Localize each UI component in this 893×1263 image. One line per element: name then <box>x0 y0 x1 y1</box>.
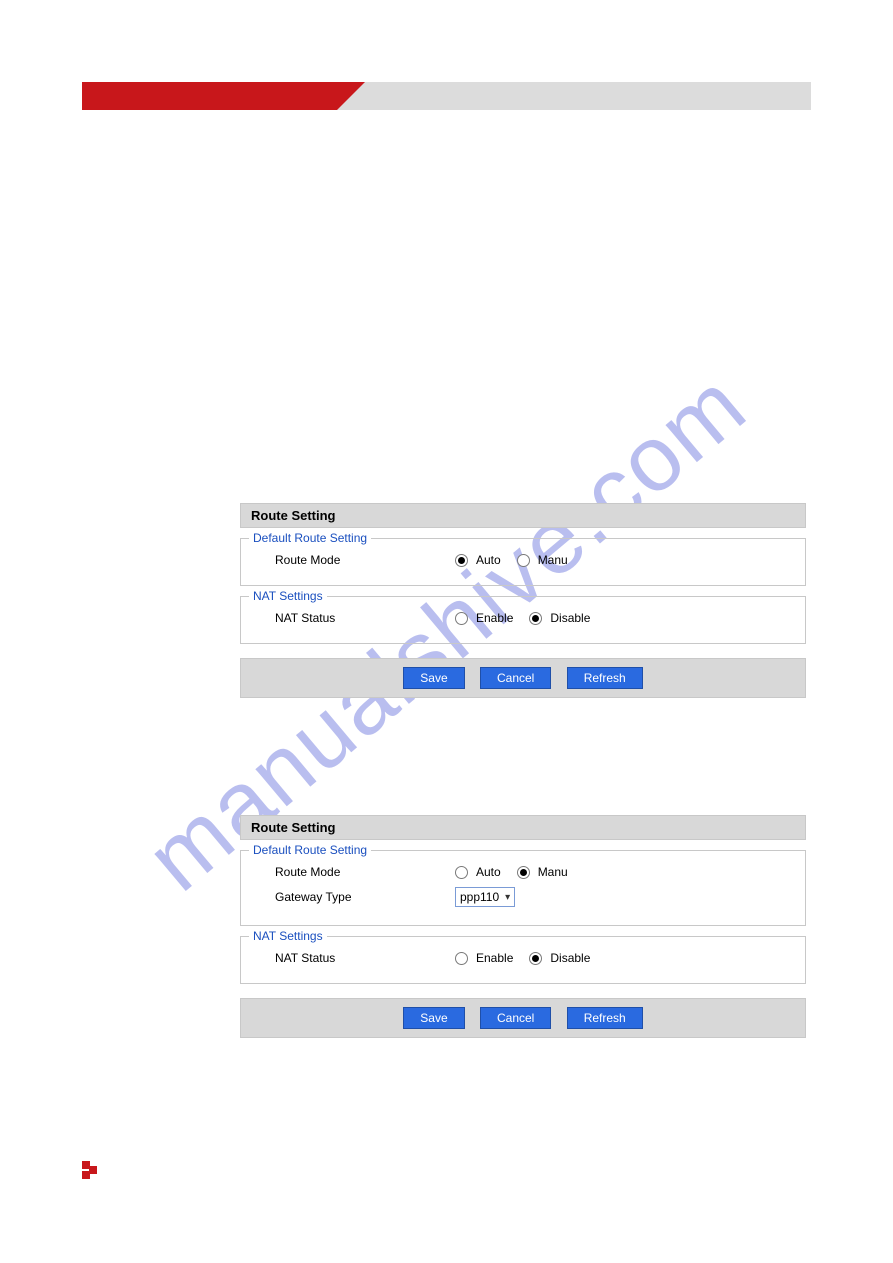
route-mode-manu-label: Manu <box>538 865 568 879</box>
gateway-type-value: ppp110 <box>460 890 499 904</box>
default-route-fieldset: Default Route Setting Route Mode Auto Ma… <box>240 850 806 926</box>
gateway-type-label: Gateway Type <box>275 890 455 904</box>
header-red-accent <box>82 82 337 110</box>
route-mode-auto-label: Auto <box>476 553 501 567</box>
save-button[interactable]: Save <box>403 667 464 689</box>
nat-disable-label: Disable <box>550 611 590 625</box>
route-mode-label: Route Mode <box>275 865 455 879</box>
nat-settings-fieldset: NAT Settings NAT Status Enable Disable <box>240 936 806 984</box>
panel-title: Route Setting <box>240 815 806 840</box>
nat-enable-label: Enable <box>476 611 513 625</box>
nat-status-label: NAT Status <box>275 611 455 625</box>
refresh-button[interactable]: Refresh <box>567 1007 643 1029</box>
nat-enable-radio[interactable] <box>455 612 468 625</box>
route-mode-label: Route Mode <box>275 553 455 567</box>
route-mode-row: Route Mode Auto Manu <box>251 549 795 571</box>
button-bar: Save Cancel Refresh <box>240 998 806 1038</box>
default-route-legend: Default Route Setting <box>249 531 371 545</box>
nat-disable-radio[interactable] <box>529 612 542 625</box>
nat-settings-legend: NAT Settings <box>249 589 327 603</box>
route-setting-panel-1: Route Setting Default Route Setting Rout… <box>240 503 806 698</box>
route-mode-auto-radio[interactable] <box>455 866 468 879</box>
nat-settings-legend: NAT Settings <box>249 929 327 943</box>
nat-disable-radio[interactable] <box>529 952 542 965</box>
default-route-legend: Default Route Setting <box>249 843 371 857</box>
route-mode-manu-radio[interactable] <box>517 866 530 879</box>
nat-settings-fieldset: NAT Settings NAT Status Enable Disable <box>240 596 806 644</box>
route-mode-auto-label: Auto <box>476 865 501 879</box>
default-route-fieldset: Default Route Setting Route Mode Auto Ma… <box>240 538 806 586</box>
chevron-down-icon: ▾ <box>505 892 510 903</box>
gateway-type-select[interactable]: ppp110 ▾ <box>455 887 515 907</box>
nat-status-row: NAT Status Enable Disable <box>251 947 795 969</box>
refresh-button[interactable]: Refresh <box>567 667 643 689</box>
route-mode-auto-radio[interactable] <box>455 554 468 567</box>
route-setting-panel-2: Route Setting Default Route Setting Rout… <box>240 815 806 1038</box>
route-mode-manu-radio[interactable] <box>517 554 530 567</box>
nat-enable-label: Enable <box>476 951 513 965</box>
nat-status-label: NAT Status <box>275 951 455 965</box>
panel-title: Route Setting <box>240 503 806 528</box>
footer-logo-icon <box>82 1161 98 1181</box>
nat-disable-label: Disable <box>550 951 590 965</box>
save-button[interactable]: Save <box>403 1007 464 1029</box>
nat-status-row: NAT Status Enable Disable <box>251 607 795 629</box>
button-bar: Save Cancel Refresh <box>240 658 806 698</box>
gateway-type-row: Gateway Type ppp110 ▾ <box>251 883 795 911</box>
nat-enable-radio[interactable] <box>455 952 468 965</box>
route-mode-manu-label: Manu <box>538 553 568 567</box>
route-mode-row: Route Mode Auto Manu <box>251 861 795 883</box>
cancel-button[interactable]: Cancel <box>480 667 551 689</box>
cancel-button[interactable]: Cancel <box>480 1007 551 1029</box>
